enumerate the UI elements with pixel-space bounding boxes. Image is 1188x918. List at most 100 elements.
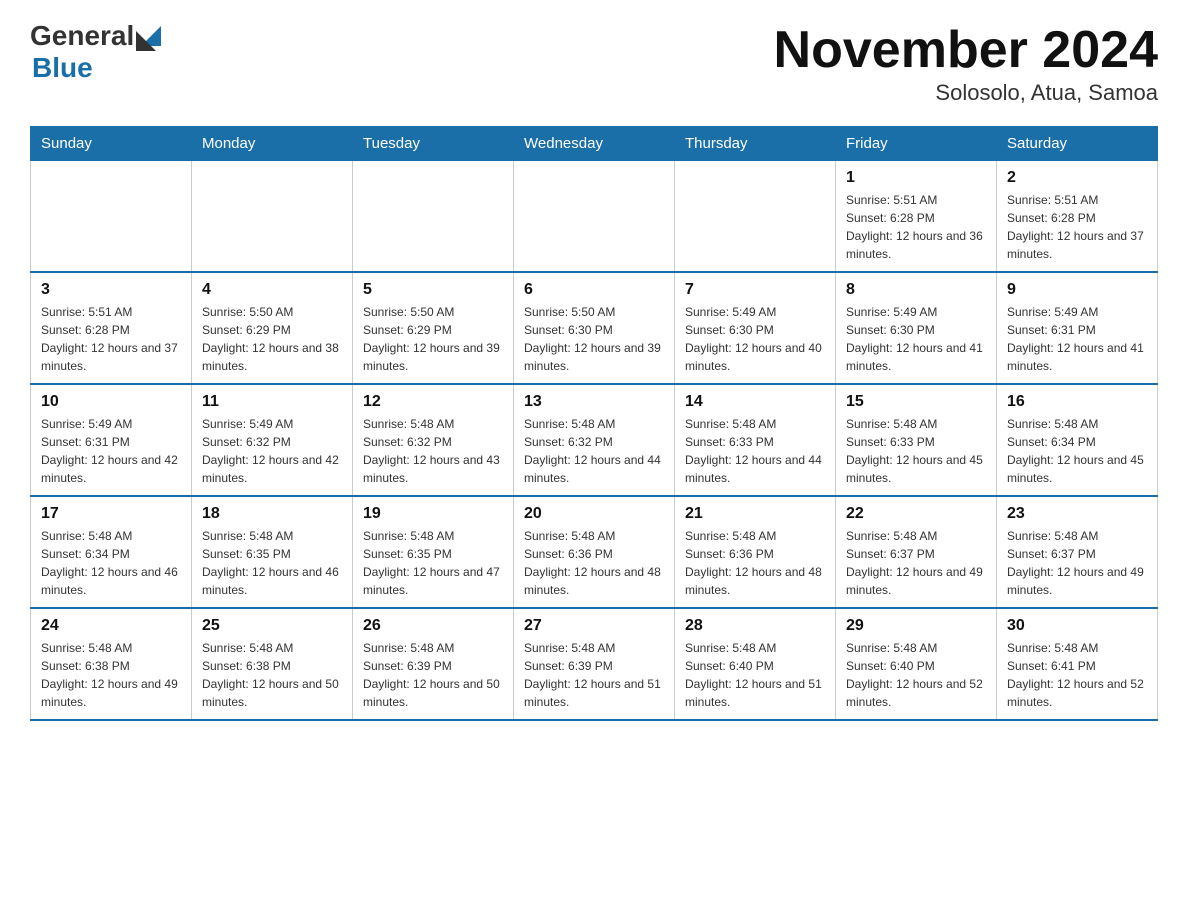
day-number: 4 bbox=[202, 281, 342, 299]
calendar-cell-w3-d6: 16Sunrise: 5:48 AMSunset: 6:34 PMDayligh… bbox=[997, 384, 1158, 496]
day-number: 10 bbox=[41, 393, 181, 411]
calendar-cell-w4-d0: 17Sunrise: 5:48 AMSunset: 6:34 PMDayligh… bbox=[31, 496, 192, 608]
week-row-4: 17Sunrise: 5:48 AMSunset: 6:34 PMDayligh… bbox=[31, 496, 1158, 608]
week-row-1: 1Sunrise: 5:51 AMSunset: 6:28 PMDaylight… bbox=[31, 161, 1158, 273]
day-info: Sunrise: 5:50 AMSunset: 6:29 PMDaylight:… bbox=[363, 303, 503, 375]
day-number: 9 bbox=[1007, 281, 1147, 299]
calendar-table: Sunday Monday Tuesday Wednesday Thursday… bbox=[30, 126, 1158, 721]
logo-general-text: General bbox=[30, 20, 134, 52]
day-info: Sunrise: 5:48 AMSunset: 6:33 PMDaylight:… bbox=[846, 415, 986, 487]
day-number: 6 bbox=[524, 281, 664, 299]
day-number: 23 bbox=[1007, 505, 1147, 523]
day-info: Sunrise: 5:51 AMSunset: 6:28 PMDaylight:… bbox=[41, 303, 181, 375]
calendar-cell-w5-d5: 29 Sunrise: 5:48 AMSunset: 6:40 PMDayligh… bbox=[836, 608, 997, 720]
day-number: 21 bbox=[685, 505, 825, 523]
calendar-cell-w5-d1: 25 Sunrise: 5:48 AMSunset: 6:38 PMDayligh… bbox=[192, 608, 353, 720]
header-saturday: Saturday bbox=[997, 127, 1158, 161]
day-info: Sunrise: 5:48 AMSunset: 6:37 PMDaylight:… bbox=[846, 527, 986, 599]
day-number: 7 bbox=[685, 281, 825, 299]
day-number: 20 bbox=[524, 505, 664, 523]
day-info: Sunrise: 5:48 AMSunset: 6:39 PMDaylight:… bbox=[363, 639, 503, 711]
logo-blue-text: Blue bbox=[32, 52, 93, 84]
calendar-cell-w5-d6: 30 Sunrise: 5:48 AMSunset: 6:41 PMDayligh… bbox=[997, 608, 1158, 720]
day-number: 27 bbox=[524, 617, 664, 635]
title-block: November 2024 Solosolo, Atua, Samoa bbox=[774, 20, 1158, 106]
calendar-cell-w1-d6: 2Sunrise: 5:51 AMSunset: 6:28 PMDaylight… bbox=[997, 161, 1158, 273]
day-number: 18 bbox=[202, 505, 342, 523]
page-header: General Blue November 2024 Solosolo, Atu… bbox=[30, 20, 1158, 106]
day-info: Sunrise: 5:49 AMSunset: 6:30 PMDaylight:… bbox=[846, 303, 986, 375]
day-number: 30 bbox=[1007, 617, 1147, 635]
calendar-cell-w3-d5: 15 Sunrise: 5:48 AMSunset: 6:33 PMDayligh… bbox=[836, 384, 997, 496]
day-info: Sunrise: 5:50 AMSunset: 6:29 PMDaylight:… bbox=[202, 303, 342, 375]
day-number: 1 bbox=[846, 169, 986, 187]
header-thursday: Thursday bbox=[675, 127, 836, 161]
header-wednesday: Wednesday bbox=[514, 127, 675, 161]
logo-icon bbox=[136, 21, 166, 51]
day-number: 12 bbox=[363, 393, 503, 411]
calendar-cell-w2-d6: 9 Sunrise: 5:49 AMSunset: 6:31 PMDaylight… bbox=[997, 272, 1158, 384]
day-number: 14 bbox=[685, 393, 825, 411]
day-number: 24 bbox=[41, 617, 181, 635]
calendar-subtitle: Solosolo, Atua, Samoa bbox=[774, 80, 1158, 106]
day-info: Sunrise: 5:48 AMSunset: 6:38 PMDaylight:… bbox=[202, 639, 342, 711]
day-info: Sunrise: 5:49 AMSunset: 6:32 PMDaylight:… bbox=[202, 415, 342, 487]
day-info: Sunrise: 5:48 AMSunset: 6:39 PMDaylight:… bbox=[524, 639, 664, 711]
calendar-cell-w1-d1 bbox=[192, 161, 353, 273]
calendar-cell-w3-d3: 13Sunrise: 5:48 AMSunset: 6:32 PMDayligh… bbox=[514, 384, 675, 496]
day-info: Sunrise: 5:49 AMSunset: 6:30 PMDaylight:… bbox=[685, 303, 825, 375]
day-number: 25 bbox=[202, 617, 342, 635]
calendar-cell-w1-d0 bbox=[31, 161, 192, 273]
day-number: 13 bbox=[524, 393, 664, 411]
day-number: 11 bbox=[202, 393, 342, 411]
calendar-cell-w2-d2: 5 Sunrise: 5:50 AMSunset: 6:29 PMDaylight… bbox=[353, 272, 514, 384]
calendar-cell-w4-d5: 22 Sunrise: 5:48 AMSunset: 6:37 PMDayligh… bbox=[836, 496, 997, 608]
day-number: 5 bbox=[363, 281, 503, 299]
calendar-cell-w4-d4: 21 Sunrise: 5:48 AMSunset: 6:36 PMDayligh… bbox=[675, 496, 836, 608]
day-info: Sunrise: 5:48 AMSunset: 6:34 PMDaylight:… bbox=[41, 527, 181, 599]
week-row-2: 3Sunrise: 5:51 AMSunset: 6:28 PMDaylight… bbox=[31, 272, 1158, 384]
day-number: 15 bbox=[846, 393, 986, 411]
day-number: 8 bbox=[846, 281, 986, 299]
calendar-cell-w4-d3: 20Sunrise: 5:48 AMSunset: 6:36 PMDayligh… bbox=[514, 496, 675, 608]
calendar-cell-w4-d1: 18 Sunrise: 5:48 AMSunset: 6:35 PMDayligh… bbox=[192, 496, 353, 608]
day-info: Sunrise: 5:48 AMSunset: 6:35 PMDaylight:… bbox=[363, 527, 503, 599]
day-info: Sunrise: 5:48 AMSunset: 6:37 PMDaylight:… bbox=[1007, 527, 1147, 599]
calendar-cell-w3-d1: 11 Sunrise: 5:49 AMSunset: 6:32 PMDayligh… bbox=[192, 384, 353, 496]
day-info: Sunrise: 5:48 AMSunset: 6:36 PMDaylight:… bbox=[685, 527, 825, 599]
calendar-cell-w4-d6: 23 Sunrise: 5:48 AMSunset: 6:37 PMDayligh… bbox=[997, 496, 1158, 608]
day-number: 22 bbox=[846, 505, 986, 523]
calendar-cell-w3-d4: 14 Sunrise: 5:48 AMSunset: 6:33 PMDayligh… bbox=[675, 384, 836, 496]
header-tuesday: Tuesday bbox=[353, 127, 514, 161]
calendar-cell-w5-d2: 26Sunrise: 5:48 AMSunset: 6:39 PMDayligh… bbox=[353, 608, 514, 720]
day-info: Sunrise: 5:48 AMSunset: 6:40 PMDaylight:… bbox=[685, 639, 825, 711]
day-number: 29 bbox=[846, 617, 986, 635]
calendar-cell-w3-d0: 10Sunrise: 5:49 AMSunset: 6:31 PMDayligh… bbox=[31, 384, 192, 496]
calendar-title: November 2024 bbox=[774, 20, 1158, 80]
day-info: Sunrise: 5:48 AMSunset: 6:32 PMDaylight:… bbox=[363, 415, 503, 487]
calendar-cell-w2-d1: 4 Sunrise: 5:50 AMSunset: 6:29 PMDaylight… bbox=[192, 272, 353, 384]
day-info: Sunrise: 5:48 AMSunset: 6:41 PMDaylight:… bbox=[1007, 639, 1147, 711]
calendar-cell-w2-d5: 8 Sunrise: 5:49 AMSunset: 6:30 PMDaylight… bbox=[836, 272, 997, 384]
day-info: Sunrise: 5:48 AMSunset: 6:40 PMDaylight:… bbox=[846, 639, 986, 711]
day-info: Sunrise: 5:48 AMSunset: 6:33 PMDaylight:… bbox=[685, 415, 825, 487]
week-row-5: 24 Sunrise: 5:48 AMSunset: 6:38 PMDayligh… bbox=[31, 608, 1158, 720]
calendar-cell-w2-d0: 3Sunrise: 5:51 AMSunset: 6:28 PMDaylight… bbox=[31, 272, 192, 384]
header-sunday: Sunday bbox=[31, 127, 192, 161]
calendar-cell-w5-d0: 24 Sunrise: 5:48 AMSunset: 6:38 PMDayligh… bbox=[31, 608, 192, 720]
day-info: Sunrise: 5:49 AMSunset: 6:31 PMDaylight:… bbox=[1007, 303, 1147, 375]
day-number: 19 bbox=[363, 505, 503, 523]
calendar-cell-w2-d4: 7 Sunrise: 5:49 AMSunset: 6:30 PMDaylight… bbox=[675, 272, 836, 384]
logo: General Blue bbox=[30, 20, 166, 84]
day-info: Sunrise: 5:48 AMSunset: 6:35 PMDaylight:… bbox=[202, 527, 342, 599]
calendar-cell-w2-d3: 6Sunrise: 5:50 AMSunset: 6:30 PMDaylight… bbox=[514, 272, 675, 384]
header-friday: Friday bbox=[836, 127, 997, 161]
day-number: 16 bbox=[1007, 393, 1147, 411]
week-row-3: 10Sunrise: 5:49 AMSunset: 6:31 PMDayligh… bbox=[31, 384, 1158, 496]
calendar-cell-w1-d4 bbox=[675, 161, 836, 273]
calendar-cell-w4-d2: 19 Sunrise: 5:48 AMSunset: 6:35 PMDayligh… bbox=[353, 496, 514, 608]
day-number: 2 bbox=[1007, 169, 1147, 187]
day-info: Sunrise: 5:48 AMSunset: 6:38 PMDaylight:… bbox=[41, 639, 181, 711]
calendar-header-row: Sunday Monday Tuesday Wednesday Thursday… bbox=[31, 127, 1158, 161]
calendar-cell-w1-d2 bbox=[353, 161, 514, 273]
